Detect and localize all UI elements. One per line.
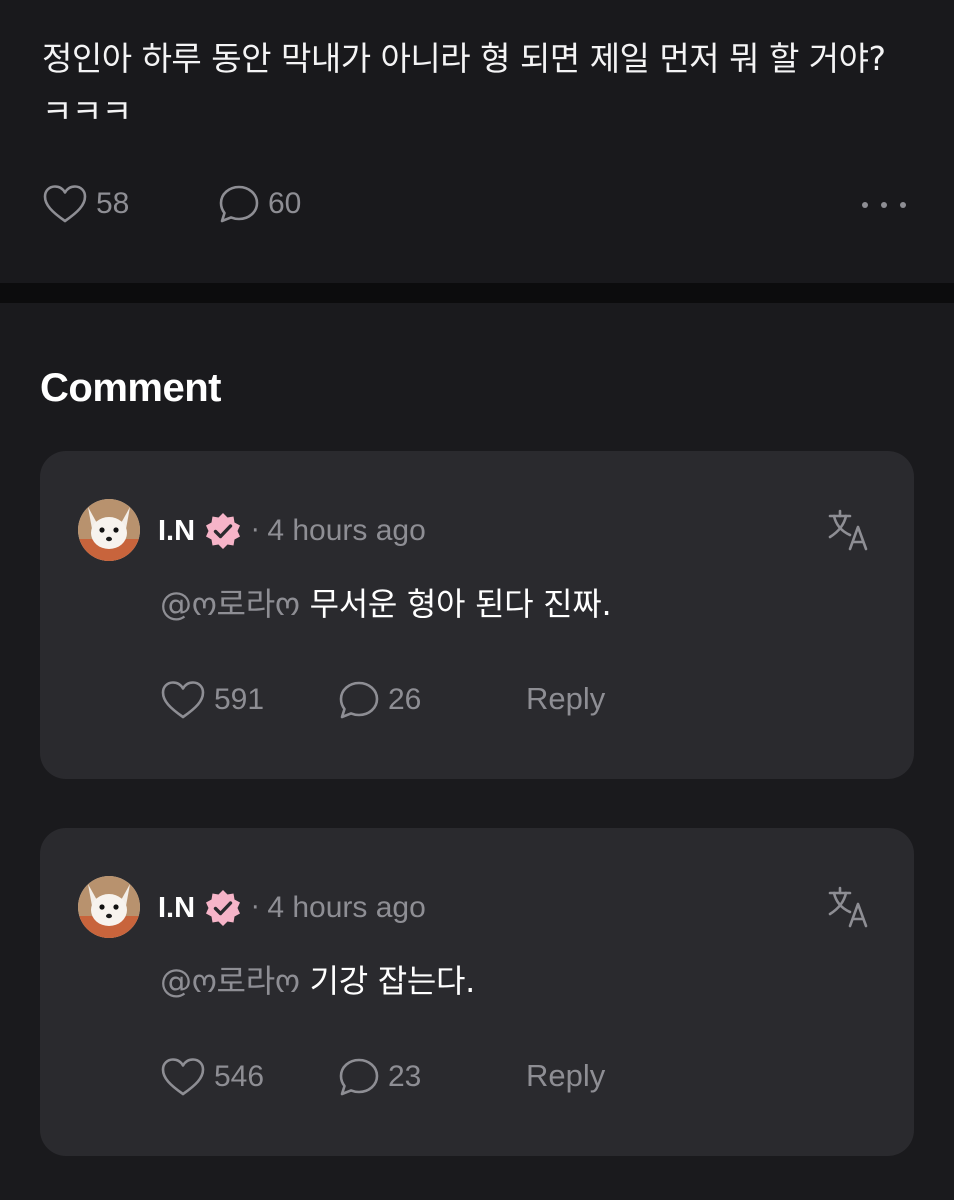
heart-icon — [161, 1058, 205, 1096]
comment-reply-count: 26 — [388, 683, 422, 716]
separator-dot: · — [251, 893, 260, 923]
mention[interactable]: @ო로라ო — [160, 962, 300, 1000]
fox-avatar-icon — [78, 499, 140, 561]
verified-badge-icon — [206, 513, 241, 549]
comment-like-button[interactable]: 546 — [160, 1057, 264, 1097]
section-divider — [0, 283, 954, 303]
comment-text: @ო로라ო 기강 잡는다. — [160, 959, 475, 1003]
post: 정인아 하루 동안 막내가 아니라 형 되면 제일 먼저 뭐 할 거야?ㅋㅋㅋ … — [0, 0, 954, 283]
post-text: 정인아 하루 동안 막내가 아니라 형 되면 제일 먼저 뭐 할 거야?ㅋㅋㅋ — [42, 39, 886, 131]
reply-button[interactable]: Reply — [526, 1058, 605, 1094]
comment-reply-count: 23 — [388, 1060, 422, 1093]
heart-icon — [43, 185, 87, 223]
ellipsis-icon-dot — [900, 202, 906, 208]
post-like-count: 58 — [96, 187, 130, 220]
author-name[interactable]: I.N — [158, 515, 195, 548]
comment-like-count: 546 — [214, 1060, 265, 1093]
ellipsis-icon-dot — [881, 202, 887, 208]
comment-time: 4 hours ago — [267, 514, 426, 547]
comment-card: I.N · 4 hours ago @ო로라ო 무서운 형아 된다 진짜. 59… — [40, 451, 914, 779]
comment-message: 기강 잡는다. — [299, 962, 476, 1000]
translate-icon[interactable] — [826, 507, 872, 553]
comment-time: 4 hours ago — [267, 891, 426, 924]
speech-bubble-icon — [339, 1058, 379, 1096]
speech-bubble-icon — [339, 681, 379, 719]
comment-like-button[interactable]: 591 — [160, 680, 264, 720]
fox-avatar-icon — [78, 876, 140, 938]
heart-icon — [161, 681, 205, 719]
speech-bubble-icon — [219, 185, 259, 223]
comment-replies-button[interactable]: 23 — [338, 1057, 421, 1097]
comment-like-count: 591 — [214, 683, 265, 716]
ellipsis-icon-dot — [862, 202, 868, 208]
post-comment-button[interactable]: 60 — [218, 184, 301, 224]
comment-text: @ო로라ო 무서운 형아 된다 진짜. — [160, 582, 612, 626]
reply-button[interactable]: Reply — [526, 681, 605, 717]
translate-icon[interactable] — [826, 884, 872, 930]
comment-replies-button[interactable]: 26 — [338, 680, 421, 720]
post-comment-count: 60 — [268, 187, 302, 220]
separator-dot: · — [251, 516, 260, 546]
comment-card: I.N · 4 hours ago @ო로라ო 기강 잡는다. 546 23 R… — [40, 828, 914, 1156]
comment-message: 무서운 형아 된다 진짜. — [299, 585, 612, 623]
comments-section-title: Comment — [40, 366, 221, 410]
comment-author-row: I.N · 4 hours ago — [158, 886, 426, 930]
more-options-button[interactable] — [862, 198, 906, 212]
avatar[interactable] — [78, 499, 140, 561]
verified-badge-icon — [206, 890, 241, 926]
avatar[interactable] — [78, 876, 140, 938]
mention[interactable]: @ო로라ო — [160, 585, 300, 623]
author-name[interactable]: I.N — [158, 892, 195, 925]
comment-author-row: I.N · 4 hours ago — [158, 509, 426, 553]
post-like-button[interactable]: 58 — [42, 184, 129, 224]
